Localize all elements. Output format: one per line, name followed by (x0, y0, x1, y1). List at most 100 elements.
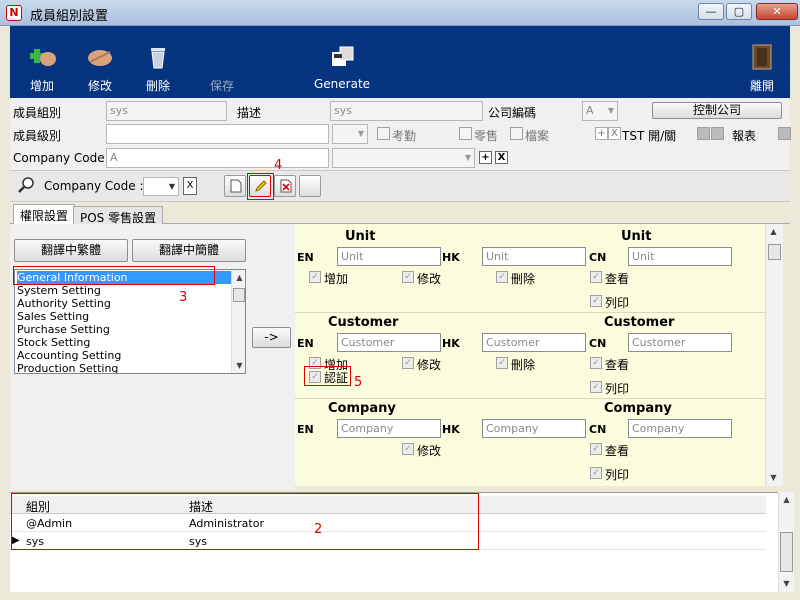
name-cn-input[interactable]: Company (628, 419, 732, 438)
company-no-select[interactable]: A ▼ (582, 101, 618, 121)
perm-checkbox[interactable]: ✓ (496, 357, 508, 369)
permission-panel: Unit Unit EN Unit HK Unit CN Unit ✓ 增加 ✓… (295, 224, 765, 486)
permission-scrollbar[interactable]: ▲ ▼ (765, 224, 783, 486)
perm-checkbox[interactable]: ✓ (590, 443, 602, 455)
level-select[interactable]: ▼ (332, 124, 368, 144)
annotation-box-4 (247, 173, 274, 200)
name-hk-input[interactable]: Unit (482, 247, 586, 266)
search-icon[interactable] (18, 176, 36, 194)
translate-simplified-button[interactable]: 翻譯中簡體 (132, 239, 246, 262)
report-label: 報表 (732, 129, 757, 143)
subbar-company-code-select[interactable]: ▼ (143, 177, 179, 196)
name-cn-input[interactable]: Unit (628, 247, 732, 266)
retail-label: 零售 (474, 129, 499, 143)
scroll-thumb[interactable] (768, 244, 781, 260)
add-button[interactable]: 增加 (14, 26, 70, 98)
perm-checkbox[interactable]: ✓ (402, 443, 414, 455)
archive-checkbox[interactable] (510, 127, 523, 140)
perm-checkbox[interactable]: ✓ (496, 271, 508, 283)
blank-tool-button[interactable] (299, 175, 321, 197)
name-hk-input[interactable]: Customer (482, 333, 586, 352)
tst-toggle-b[interactable] (711, 127, 724, 140)
perm-checkbox[interactable]: ✓ (309, 271, 321, 283)
generate-button[interactable]: Generate (314, 26, 370, 98)
minimize-button[interactable]: — (698, 3, 724, 20)
company-code-select[interactable]: ▼ (332, 148, 475, 168)
edit-button[interactable]: 修改 (72, 26, 128, 98)
window-title: 成員組別設置 (30, 9, 109, 24)
retail-checkbox[interactable] (459, 127, 472, 140)
list-item[interactable]: Accounting Setting (17, 349, 231, 362)
section-title-right: Company (604, 401, 672, 416)
new-record-button[interactable] (224, 175, 246, 197)
group-input[interactable]: sys (106, 101, 227, 121)
document-icon (230, 179, 242, 193)
scroll-down-icon[interactable]: ▼ (766, 470, 781, 485)
delete-button[interactable]: 刪除 (130, 26, 186, 98)
scroll-thumb[interactable] (233, 288, 245, 302)
tst-plus-button[interactable]: + (595, 127, 608, 140)
list-item[interactable]: Production Setting (17, 362, 231, 373)
perm-checkbox[interactable]: ✓ (590, 381, 602, 393)
company-code-x-button[interactable]: X (495, 151, 508, 164)
scroll-up-icon[interactable]: ▲ (779, 492, 794, 507)
subbar-clear-button[interactable]: X (183, 177, 197, 195)
maximize-button[interactable]: ▢ (726, 3, 752, 20)
title-bar (0, 0, 800, 26)
name-en-input[interactable]: Unit (337, 247, 441, 266)
tab-permissions[interactable]: 權限設置 (13, 204, 76, 225)
name-en-input[interactable]: Customer (337, 333, 441, 352)
delete-record-button[interactable] (274, 175, 296, 197)
section-title-left: Unit (345, 229, 376, 244)
name-hk-input[interactable]: Company (482, 419, 586, 438)
translate-traditional-button[interactable]: 翻譯中繁體 (14, 239, 128, 262)
section-title-left: Company (328, 401, 396, 416)
report-toggle[interactable] (778, 127, 791, 140)
close-button[interactable]: ✕ (756, 3, 798, 20)
name-cn-input[interactable]: Customer (628, 333, 732, 352)
exit-button[interactable]: 離開 (734, 26, 790, 98)
attendance-checkbox[interactable] (377, 127, 390, 140)
name-en-input[interactable]: Company (337, 419, 441, 438)
perm-checkbox[interactable]: ✓ (590, 271, 602, 283)
scroll-up-icon[interactable]: ▲ (232, 270, 245, 285)
list-item[interactable]: Stock Setting (17, 336, 231, 349)
desc-input[interactable]: sys (330, 101, 483, 121)
perm-label: 修改 (417, 444, 442, 458)
perm-checkbox[interactable]: ✓ (402, 357, 414, 369)
company-no-label: 公司編碼 (488, 106, 537, 120)
door-icon (752, 44, 772, 70)
list-item[interactable]: Sales Setting (17, 310, 231, 323)
perm-label: 查看 (605, 272, 630, 286)
perm-checkbox[interactable]: ✓ (590, 357, 602, 369)
list-scrollbar[interactable]: ▲ ▼ (231, 270, 245, 373)
desc-label: 描述 (237, 106, 262, 120)
perm-checkbox[interactable]: ✓ (402, 271, 414, 283)
company-code-label: Company Code : (13, 151, 113, 165)
scroll-down-icon[interactable]: ▼ (779, 576, 794, 591)
save-button[interactable]: 保存 (194, 26, 250, 98)
tab-pos-settings[interactable]: POS 零售設置 (73, 206, 164, 225)
control-company-button[interactable]: 控制公司 (652, 102, 782, 119)
move-right-button[interactable]: -> (252, 327, 291, 348)
perm-label: 刪除 (511, 358, 536, 372)
scroll-down-icon[interactable]: ▼ (232, 358, 245, 373)
perm-checkbox[interactable]: ✓ (590, 467, 602, 479)
company-code-input[interactable]: A (106, 148, 329, 168)
grid-scrollbar[interactable]: ▲ ▼ (778, 492, 794, 592)
tst-toggle-a[interactable] (697, 127, 710, 140)
list-item[interactable]: System Setting (17, 284, 231, 297)
section-title-right: Unit (621, 229, 652, 244)
scroll-up-icon[interactable]: ▲ (766, 224, 781, 239)
list-item[interactable]: Authority Setting (17, 297, 231, 310)
level-input[interactable] (106, 124, 329, 144)
tst-x-button[interactable]: X (608, 127, 621, 140)
add-icon (30, 49, 56, 66)
attendance-label: 考勤 (392, 129, 417, 143)
perm-checkbox[interactable]: ✓ (590, 295, 602, 307)
perm-label: 刪除 (511, 272, 536, 286)
company-code-plus-button[interactable]: + (479, 151, 492, 164)
list-item[interactable]: Purchase Setting (17, 323, 231, 336)
scroll-thumb[interactable] (780, 532, 793, 572)
section-title-left: Customer (328, 315, 399, 330)
